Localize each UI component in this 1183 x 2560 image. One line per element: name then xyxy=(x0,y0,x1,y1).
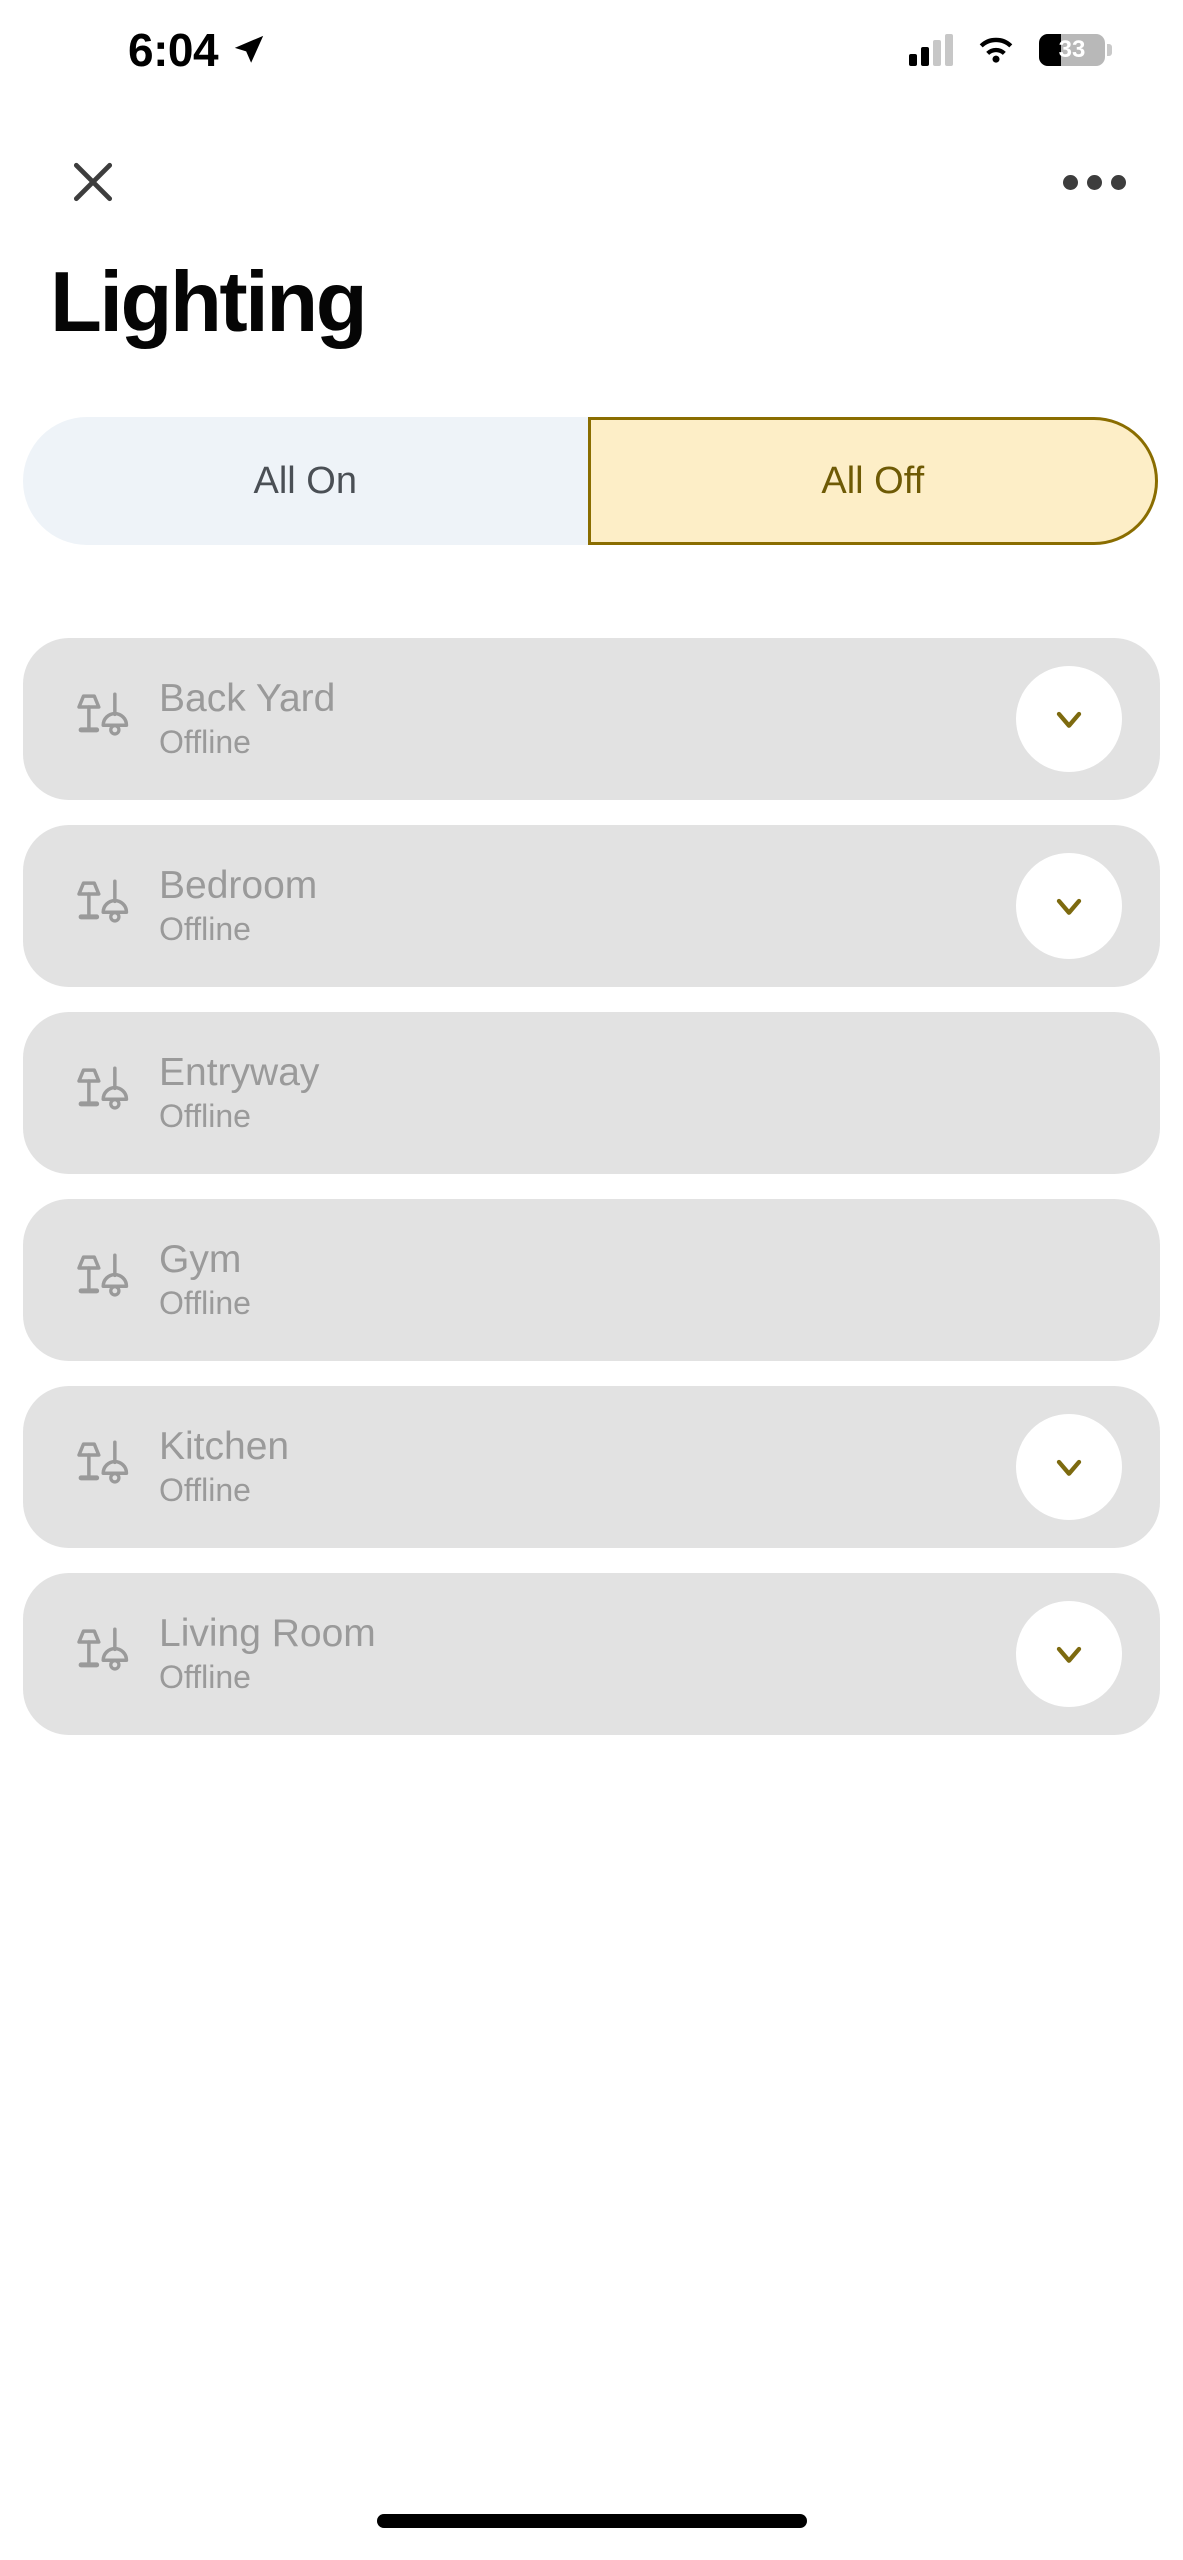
device-status: Offline xyxy=(159,723,251,760)
device-text: Entryway Offline xyxy=(159,1051,1016,1135)
lamp-icon-wrap xyxy=(71,873,137,939)
device-row[interactable]: Gym Offline xyxy=(23,1199,1160,1361)
lamp-icon-wrap xyxy=(71,1434,137,1500)
status-bar: 6:04 33 xyxy=(0,0,1183,100)
device-row[interactable]: Back Yard Offline xyxy=(23,638,1160,800)
close-button[interactable] xyxy=(56,145,130,219)
status-time: 6:04 xyxy=(128,24,219,76)
page-title: Lighting xyxy=(50,255,368,350)
more-options-icon xyxy=(1062,174,1078,190)
more-options-icon xyxy=(1086,174,1102,190)
all-on-off-segmented-control: All On All Off xyxy=(23,417,1158,545)
device-list: Back Yard Offline Bedroom Offline Entryw… xyxy=(23,638,1160,1735)
device-text: Living Room Offline xyxy=(159,1612,1016,1696)
lamp-icon xyxy=(77,1066,129,1110)
device-status: Offline xyxy=(159,1097,251,1134)
device-status: Offline xyxy=(159,910,251,947)
lamp-icon xyxy=(77,1627,129,1671)
device-text: Back Yard Offline xyxy=(159,677,1016,761)
device-row[interactable]: Living Room Offline xyxy=(23,1573,1160,1735)
battery-icon: 33 xyxy=(1039,34,1112,66)
device-status: Offline xyxy=(159,1471,251,1508)
device-text: Kitchen Offline xyxy=(159,1425,1016,1509)
status-bar-left: 6:04 xyxy=(0,27,266,73)
chevron-down-icon xyxy=(1056,711,1082,728)
device-name: Living Room xyxy=(159,1612,376,1656)
lamp-icon-wrap xyxy=(71,1060,137,1126)
lamp-icon xyxy=(77,1253,129,1297)
chevron-down-icon xyxy=(1056,898,1082,915)
device-name: Entryway xyxy=(159,1051,320,1095)
device-name: Gym xyxy=(159,1238,242,1282)
lamp-icon xyxy=(77,879,129,923)
status-bar-right: 33 xyxy=(909,34,1112,66)
cellular-signal-icon xyxy=(909,34,953,66)
device-row[interactable]: Kitchen Offline xyxy=(23,1386,1160,1548)
device-status: Offline xyxy=(159,1658,251,1695)
expand-device-button[interactable] xyxy=(1016,853,1122,959)
expand-device-button[interactable] xyxy=(1016,666,1122,772)
chevron-down-icon xyxy=(1056,1646,1082,1663)
lamp-icon-wrap xyxy=(71,1621,137,1687)
nav-bar xyxy=(0,150,1183,220)
segment-all-off[interactable]: All Off xyxy=(587,417,1158,545)
device-name: Kitchen xyxy=(159,1425,290,1469)
segment-all-on[interactable]: All On xyxy=(23,417,588,545)
lamp-icon-wrap xyxy=(71,1247,137,1313)
wifi-icon xyxy=(979,37,1013,63)
expand-device-button[interactable] xyxy=(1016,1601,1122,1707)
device-status: Offline xyxy=(159,1284,251,1321)
device-row[interactable]: Entryway Offline xyxy=(23,1012,1160,1174)
home-indicator xyxy=(376,2514,807,2528)
more-options-button[interactable] xyxy=(1057,150,1131,214)
lamp-icon-wrap xyxy=(71,686,137,752)
device-name: Bedroom xyxy=(159,864,318,908)
battery-cap xyxy=(1107,44,1112,56)
device-row[interactable]: Bedroom Offline xyxy=(23,825,1160,987)
app-screen: 6:04 33 Lighting All On All Off Back Yar… xyxy=(0,0,1183,2560)
close-icon xyxy=(73,162,113,202)
lamp-icon xyxy=(77,692,129,736)
device-text: Bedroom Offline xyxy=(159,864,1016,948)
more-options-icon xyxy=(1110,174,1126,190)
chevron-down-icon xyxy=(1056,1459,1082,1476)
device-text: Gym Offline xyxy=(159,1238,1016,1322)
location-arrow-icon xyxy=(234,35,264,63)
lamp-icon xyxy=(77,1440,129,1484)
device-name: Back Yard xyxy=(159,677,336,721)
expand-device-button[interactable] xyxy=(1016,1414,1122,1520)
battery-percent: 33 xyxy=(1058,36,1086,63)
